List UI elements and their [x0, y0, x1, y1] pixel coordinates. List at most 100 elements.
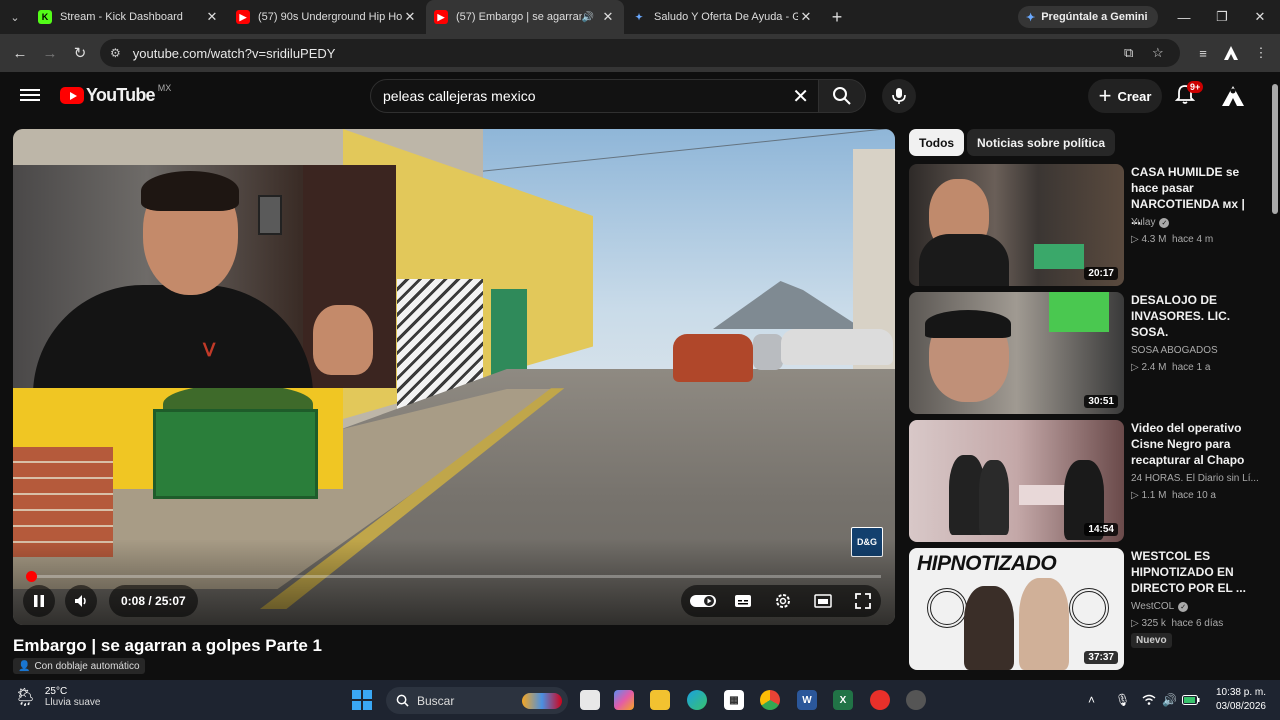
video-thumbnail[interactable]: HIPNOTIZADO 37:37: [909, 548, 1124, 670]
video-thumbnail[interactable]: 20:17: [909, 164, 1124, 286]
recommendation-title[interactable]: DESALOJO DE INVASORES. LIC. SOSA.: [1131, 292, 1253, 340]
maximize-button[interactable]: ❐: [1203, 0, 1241, 34]
close-tab-icon[interactable]: ✕: [402, 9, 418, 25]
url-text: youtube.com/watch?v=sridiluPEDY: [132, 45, 336, 61]
recommendation-title[interactable]: Video del operativo Cisne Negro para rec…: [1131, 420, 1253, 468]
thumb-spiral: [1069, 588, 1109, 628]
search-input[interactable]: peleas callejeras mexico ✕: [370, 79, 820, 113]
back-button[interactable]: ←: [5, 45, 35, 62]
battery-icon[interactable]: [1182, 690, 1200, 710]
close-tab-icon[interactable]: ✕: [798, 9, 814, 25]
autoplay-toggle[interactable]: [687, 585, 719, 617]
progress-bar[interactable]: [26, 571, 881, 582]
pause-icon: [34, 595, 44, 607]
close-tab-icon[interactable]: ✕: [204, 9, 220, 25]
tab-title: Saludo Y Oferta De Ayuda - Go: [654, 11, 798, 23]
video-thumbnail[interactable]: 30:51: [909, 292, 1124, 414]
gemini-button[interactable]: ✦ Pregúntale a Gemini: [1018, 6, 1158, 28]
microphone-icon: [892, 88, 906, 104]
recommendation-channel[interactable]: WestCOL ✓: [1131, 601, 1189, 612]
video-car-red: [673, 334, 753, 382]
scrollbar-thumb[interactable]: [1272, 84, 1278, 214]
minimize-button[interactable]: —: [1165, 0, 1203, 34]
video-thumbnail[interactable]: 14:54: [909, 420, 1124, 542]
chip-todos[interactable]: Todos: [909, 129, 965, 156]
thumb-spiral: [927, 588, 967, 628]
miniplayer-button[interactable]: [807, 585, 839, 617]
close-tab-icon[interactable]: ✕: [600, 9, 616, 25]
gemini-icon: ✦: [635, 11, 643, 22]
forward-button[interactable]: →: [35, 45, 65, 62]
recommendation-item[interactable]: HIPNOTIZADO 37:37 WESTCOL ES HIPNOTIZADO…: [909, 548, 1269, 670]
word-icon[interactable]: W: [797, 690, 817, 710]
fullscreen-button[interactable]: [847, 585, 879, 617]
wifi-icon[interactable]: [1142, 690, 1156, 710]
create-button[interactable]: + Crear: [1088, 79, 1162, 113]
microsoft-store-icon[interactable]: ▦: [724, 690, 744, 710]
microphone-tray-icon[interactable]: 🎙: [1115, 690, 1130, 710]
chip-noticias-politica[interactable]: Noticias sobre política: [967, 129, 1116, 156]
profile-icon[interactable]: [1216, 34, 1246, 72]
install-app-icon[interactable]: ⧉: [1124, 39, 1133, 67]
edge-icon[interactable]: [687, 690, 707, 710]
bookmark-star-icon[interactable]: ☆: [1152, 39, 1164, 67]
site-info-icon[interactable]: ⚙: [110, 46, 121, 60]
copilot-icon[interactable]: [614, 690, 634, 710]
youtube-icon: ▶: [434, 10, 448, 24]
close-window-button[interactable]: ✕: [1241, 0, 1279, 34]
new-tab-button[interactable]: +: [822, 7, 852, 28]
auto-dub-badge[interactable]: 👤 Con doblaje automático: [13, 658, 145, 674]
reload-button[interactable]: ↻: [65, 44, 95, 62]
recommendation-meta: ▷ 1.1 M hace 10 a: [1131, 490, 1216, 501]
system-clock[interactable]: 10:38 p. m. 03/08/2026: [1208, 686, 1266, 714]
weather-widget[interactable]: 🌦 25°C Lluvia suave: [14, 686, 100, 708]
volume-button[interactable]: [65, 585, 97, 617]
recommendation-channel[interactable]: SOSA ABOGADOS: [1131, 345, 1218, 356]
recommendation-title[interactable]: WESTCOL ES HIPNOTIZADO EN DIRECTO POR EL…: [1131, 548, 1253, 596]
clear-search-icon[interactable]: ✕: [792, 84, 809, 109]
cc-app-icon[interactable]: [870, 690, 890, 710]
youtube-logo[interactable]: YouTube MX: [60, 83, 171, 106]
recommendation-item[interactable]: 30:51 DESALOJO DE INVASORES. LIC. SOSA. …: [909, 292, 1269, 414]
recommendation-item[interactable]: 20:17 CASA HUMILDE se hace pasar NARCOTI…: [909, 164, 1269, 286]
reading-list-icon[interactable]: ≡: [1188, 34, 1218, 72]
thumb-agent: [979, 460, 1009, 535]
settings-button[interactable]: [767, 585, 799, 617]
view-count: ▷ 2.4 M: [1131, 362, 1167, 373]
recommendation-meta: ▷ 2.4 M hace 1 a: [1131, 362, 1210, 373]
notifications-button[interactable]: 9+: [1174, 81, 1204, 109]
tab-kick[interactable]: K Stream - Kick Dashboard ✕: [30, 0, 228, 34]
tab-title: (57) 90s Underground Hip Hop: [258, 11, 402, 23]
recommendation-channel[interactable]: Yulay ✓: [1131, 217, 1170, 228]
pause-button[interactable]: [23, 585, 55, 617]
chrome-icon[interactable]: [760, 690, 780, 710]
tab-gemini[interactable]: ✦ Saludo Y Oferta De Ayuda - Go ✕: [624, 0, 822, 34]
obs-icon[interactable]: [906, 690, 926, 710]
video-car-grey: [753, 334, 783, 370]
page-scrollbar[interactable]: [1270, 72, 1280, 680]
taskbar-search[interactable]: Buscar: [386, 687, 568, 714]
tab-youtube-hiphop[interactable]: ▶ (57) 90s Underground Hip Hop ✕: [228, 0, 426, 34]
tab-search-dropdown[interactable]: ⌄: [0, 0, 30, 34]
address-bar[interactable]: ⚙ youtube.com/watch?v=sridiluPEDY ⧉ ☆: [100, 39, 1180, 67]
task-view-icon[interactable]: [580, 690, 600, 710]
search-button[interactable]: [818, 79, 866, 113]
thumb-hair: [925, 310, 1011, 338]
speaker-icon[interactable]: 🔊: [582, 12, 594, 23]
gear-icon: [776, 594, 790, 608]
video-player[interactable]: ᐯ D&G 0:08 / 25:07: [13, 129, 895, 625]
hamburger-menu-icon[interactable]: [20, 86, 40, 106]
browser-menu-icon[interactable]: ⋮: [1246, 34, 1276, 72]
windows-start-button[interactable]: [352, 690, 372, 710]
account-avatar[interactable]: [1218, 82, 1248, 110]
tab-youtube-embargo[interactable]: ▶ (57) Embargo | se agarran a 🔊 ✕: [426, 0, 624, 34]
recommendation-item[interactable]: 14:54 Video del operativo Cisne Negro pa…: [909, 420, 1269, 542]
recommendation-channel[interactable]: 24 HORAS. El Diario sin Lí...: [1131, 473, 1259, 484]
file-explorer-icon[interactable]: [650, 690, 670, 710]
subtitles-button[interactable]: [727, 585, 759, 617]
view-count: ▷ 4.3 M: [1131, 234, 1167, 245]
voice-search-button[interactable]: [882, 79, 916, 113]
show-hidden-icons[interactable]: ˄: [1088, 690, 1095, 710]
excel-icon[interactable]: X: [833, 690, 853, 710]
volume-tray-icon[interactable]: 🔊: [1162, 690, 1177, 710]
